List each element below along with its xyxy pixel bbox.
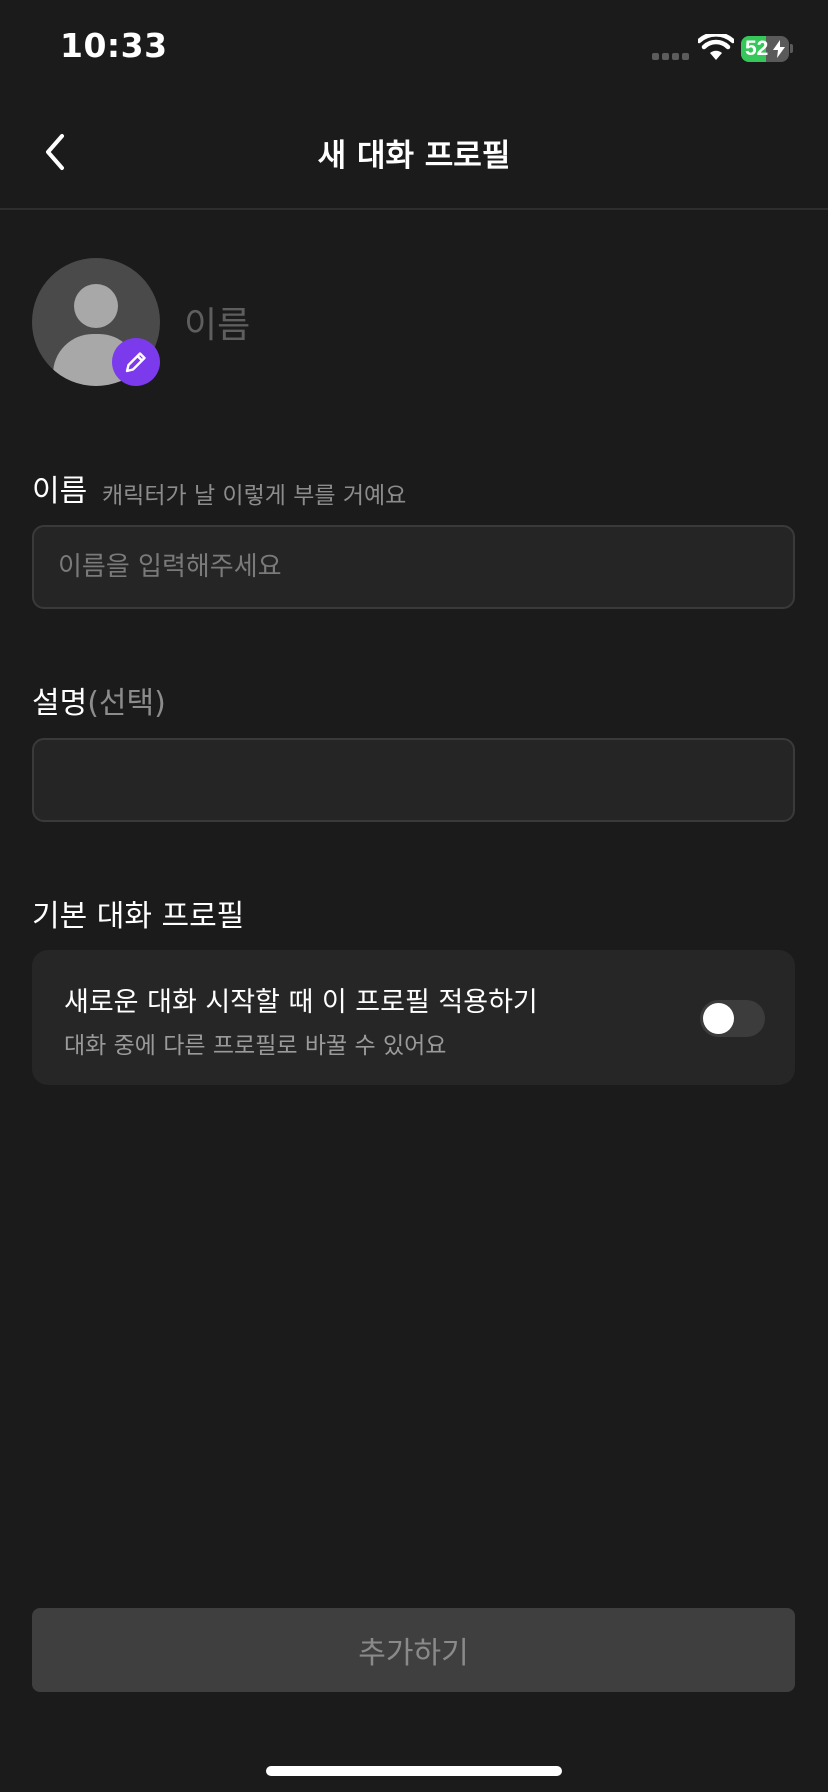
status-time: 10:33	[60, 26, 168, 65]
charging-bolt-icon	[773, 40, 785, 58]
default-profile-title: 새로운 대화 시작할 때 이 프로필 적용하기	[64, 987, 538, 1018]
edit-avatar-button[interactable]	[112, 338, 160, 386]
name-input[interactable]	[32, 525, 795, 609]
name-hint: 캐릭터가 날 이렇게 부를 거예요	[102, 483, 407, 509]
pencil-icon	[125, 352, 146, 373]
default-profile-label: 기본 대화 프로필	[32, 899, 245, 934]
description-label-group: 설명(선택)	[32, 678, 166, 722]
description-input[interactable]	[32, 738, 795, 822]
default-profile-toggle[interactable]	[700, 1000, 765, 1037]
profile-name-preview: 이름	[184, 305, 251, 346]
battery-level: 52	[745, 37, 769, 60]
name-label: 이름	[32, 474, 88, 509]
add-button[interactable]: 추가하기	[32, 1608, 795, 1692]
toggle-knob	[703, 1003, 734, 1034]
description-label: 설명	[32, 686, 88, 721]
wifi-icon	[698, 34, 734, 60]
optional-label: (선택)	[87, 686, 166, 721]
nav-divider	[0, 208, 828, 210]
home-indicator	[266, 1766, 562, 1776]
battery-cap	[790, 44, 793, 53]
battery-icon: 52	[741, 36, 789, 62]
default-profile-subtitle: 대화 중에 다른 프로필로 바꿀 수 있어요	[64, 1033, 447, 1059]
cellular-signal-icon	[652, 53, 690, 61]
page-title: 새 대화 프로필	[317, 138, 511, 174]
